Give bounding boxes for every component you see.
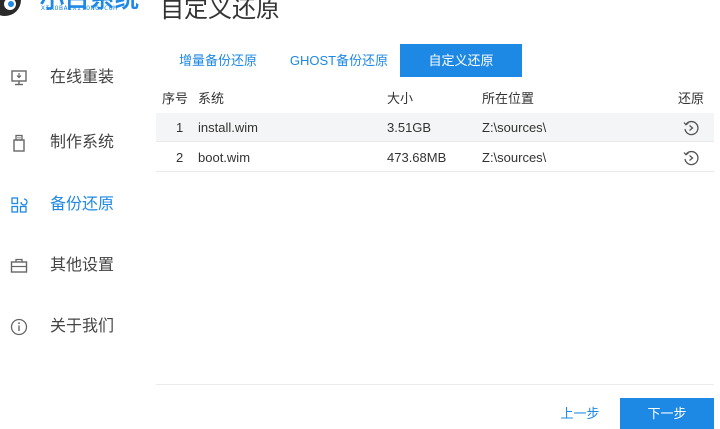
row-location: Z:\sources\ — [482, 150, 547, 165]
header-restore: 还原 — [678, 91, 705, 106]
usb-drive-icon — [13, 134, 25, 152]
row-index: 1 — [176, 120, 184, 135]
page-title: 自定义还原 — [160, 0, 280, 23]
sidebar-item-about-us[interactable]: 关于我们 — [0, 307, 140, 347]
table-row[interactable]: 2 boot.wim 473.68MB Z:\sources\ — [156, 143, 714, 172]
row-size: 473.68MB — [387, 150, 447, 165]
app-logo — [0, 0, 26, 18]
next-step-button[interactable]: 下一步 — [620, 398, 714, 429]
sidebar-item-label: 其他设置 — [50, 257, 115, 274]
sidebar-item-online-install[interactable]: 在线重装 — [0, 58, 140, 98]
monitor-icon — [11, 70, 27, 86]
briefcase-icon — [10, 258, 28, 273]
sidebar-item-label: 备份还原 — [50, 196, 115, 213]
sidebar-item-make-system[interactable]: 制作系统 — [0, 123, 140, 163]
header-location: 所在位置 — [482, 91, 535, 106]
brand-domain: XIAOBAIXITONG.COM — [41, 4, 118, 12]
restore-icon[interactable] — [682, 119, 700, 137]
row-system: install.wim — [198, 120, 258, 135]
sidebar-item-label: 关于我们 — [50, 318, 115, 335]
header-index: 序号 — [162, 91, 189, 106]
tab-incremental-backup-restore[interactable]: 增量备份还原 — [164, 44, 272, 77]
backup-grid-icon — [11, 197, 28, 213]
tab-ghost-backup-restore[interactable]: GHOST备份还原 — [284, 44, 394, 77]
footer-divider — [156, 384, 714, 385]
sidebar-item-label: 在线重装 — [50, 69, 115, 86]
tab-bar: 增量备份还原 GHOST备份还原 自定义还原 — [156, 44, 714, 77]
header-system: 系统 — [198, 91, 225, 106]
sidebar-item-backup-restore[interactable]: 备份还原 — [0, 185, 140, 225]
header-size: 大小 — [387, 91, 414, 106]
sidebar-item-label: 制作系统 — [50, 134, 115, 151]
restore-icon[interactable] — [682, 149, 700, 167]
row-system: boot.wim — [198, 150, 251, 165]
table-row[interactable]: 1 install.wim 3.51GB Z:\sources\ — [156, 113, 714, 142]
previous-step-button[interactable]: 上一步 — [556, 400, 604, 428]
row-location: Z:\sources\ — [482, 120, 547, 135]
table-header: 序号 系统 大小 所在位置 还原 — [156, 84, 714, 113]
brand-logo-text: 小白系统 XIAOBAIXITONG.COM — [40, 0, 160, 17]
tab-custom-restore[interactable]: 自定义还原 — [400, 44, 522, 77]
row-index: 2 — [176, 150, 184, 165]
info-icon — [10, 318, 28, 336]
sidebar-item-other-settings[interactable]: 其他设置 — [0, 246, 140, 286]
row-size: 3.51GB — [387, 120, 432, 135]
